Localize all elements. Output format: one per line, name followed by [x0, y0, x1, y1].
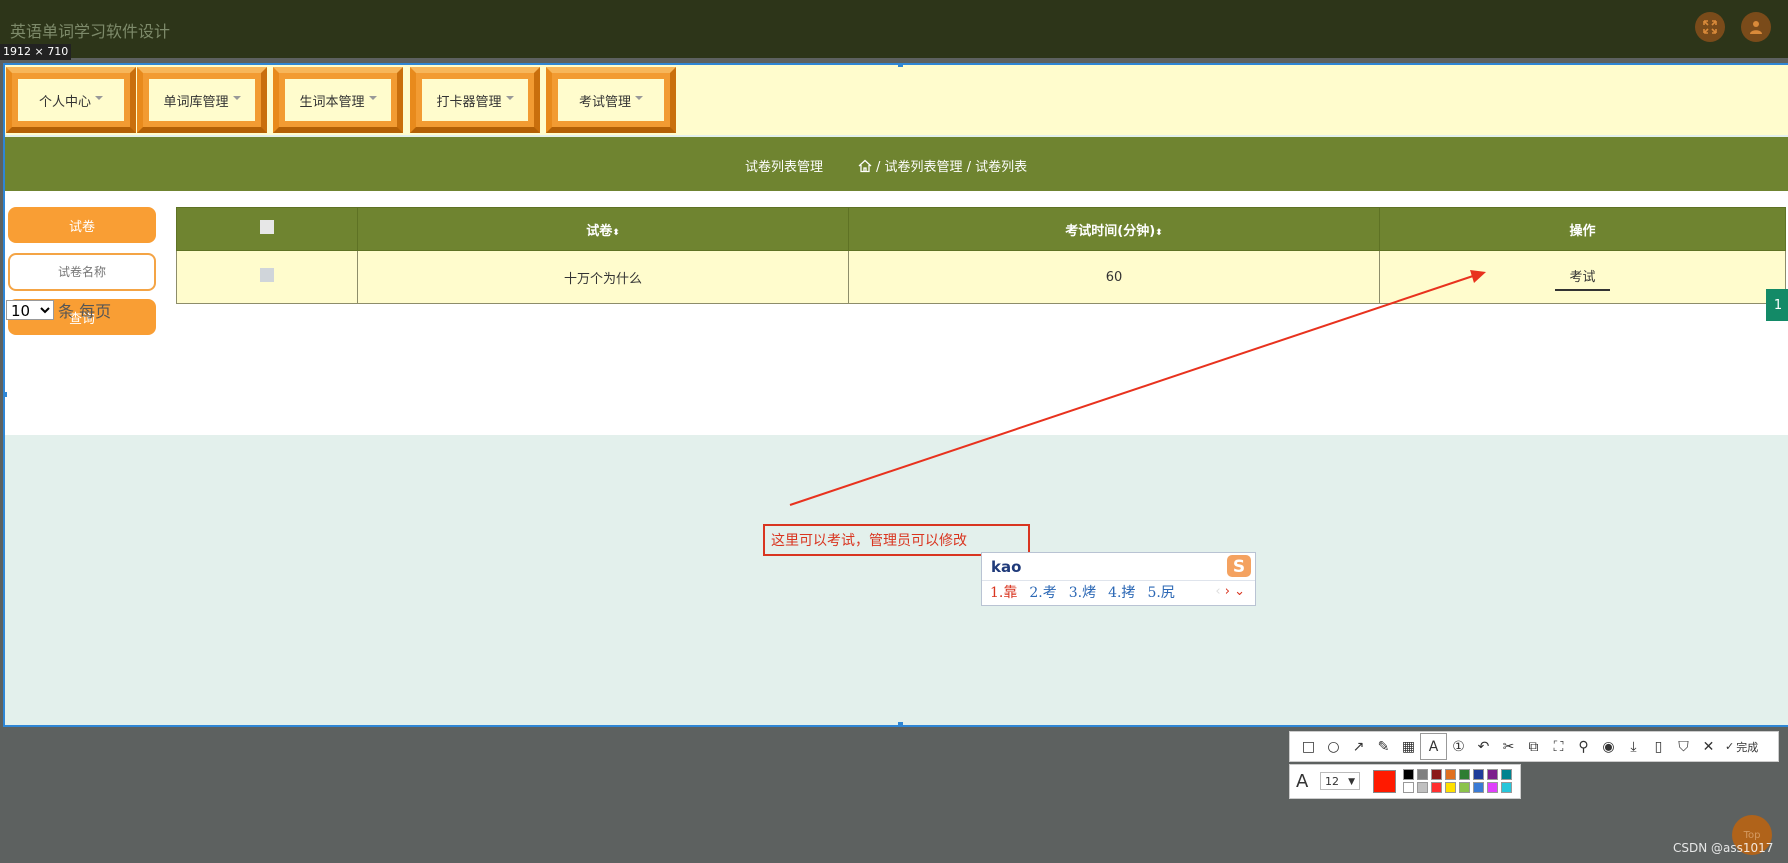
close-icon[interactable]: ✕: [1696, 734, 1721, 759]
rectangle-tool-icon[interactable]: □: [1296, 734, 1321, 759]
color-swatch[interactable]: [1445, 769, 1456, 780]
pen-tool-icon[interactable]: ✎: [1371, 734, 1396, 759]
prev-page-icon[interactable]: ‹: [1215, 584, 1220, 599]
record-icon[interactable]: ◉: [1596, 734, 1621, 759]
sogou-logo-icon: S: [1227, 555, 1251, 577]
color-swatch[interactable]: [1487, 769, 1498, 780]
bookmark-icon[interactable]: ⛉: [1671, 734, 1696, 759]
ime-candidate[interactable]: 2.考: [1029, 582, 1056, 602]
color-swatch[interactable]: [1431, 769, 1442, 780]
ocr-icon[interactable]: ⧉: [1521, 734, 1546, 759]
ime-candidate-window: kao S 1.靠 2.考 3.烤 4.拷 5.尻 ‹ › ⌄: [981, 552, 1256, 606]
text-style-toolbar: A 12 ▼: [1289, 764, 1521, 799]
ime-page-arrows[interactable]: ‹ › ⌄: [1215, 584, 1245, 599]
download-icon[interactable]: ⤓: [1621, 734, 1646, 759]
color-swatch[interactable]: [1473, 782, 1484, 793]
chevron-down-icon: ▼: [1348, 777, 1355, 787]
font-size-select[interactable]: 12 ▼: [1320, 772, 1360, 790]
scroll-capture-icon[interactable]: ⛶: [1546, 734, 1571, 759]
color-swatch[interactable]: [1417, 782, 1428, 793]
ime-separator: [982, 580, 1255, 581]
svg-text:S: S: [1233, 557, 1245, 577]
color-swatch[interactable]: [1459, 769, 1470, 780]
color-swatch[interactable]: [1501, 782, 1512, 793]
color-swatch[interactable]: [1501, 769, 1512, 780]
color-swatch[interactable]: [1403, 769, 1414, 780]
next-page-icon[interactable]: ›: [1225, 584, 1230, 599]
undo-icon[interactable]: ↶: [1471, 734, 1496, 759]
font-icon: A: [1296, 771, 1309, 792]
ellipse-tool-icon[interactable]: ○: [1321, 734, 1346, 759]
color-swatch[interactable]: [1403, 782, 1414, 793]
text-tool-icon[interactable]: A: [1420, 733, 1447, 760]
ime-candidates: 1.靠 2.考 3.烤 4.拷 5.尻: [990, 582, 1175, 602]
color-swatch[interactable]: [1473, 769, 1484, 780]
mosaic-tool-icon[interactable]: ▦: [1396, 734, 1421, 759]
color-swatch[interactable]: [1487, 782, 1498, 793]
cut-icon[interactable]: ✂: [1496, 734, 1521, 759]
ime-candidate[interactable]: 1.靠: [990, 582, 1017, 602]
color-swatch[interactable]: [1445, 782, 1456, 793]
color-swatch[interactable]: [1417, 769, 1428, 780]
screenshot-toolbar: □ ○ ↗ ✎ ▦ A ① ↶ ✂ ⧉ ⛶ ⚲ ◉ ⤓ ▯ ⛉ ✕ ✓ 完成: [1289, 731, 1779, 762]
ime-candidate[interactable]: 5.尻: [1147, 582, 1174, 602]
font-size-value: 12: [1325, 775, 1339, 788]
arrow-tool-icon[interactable]: ↗: [1346, 734, 1371, 759]
check-icon: ✓: [1725, 740, 1735, 753]
ime-candidate[interactable]: 4.拷: [1108, 582, 1135, 602]
pin-icon[interactable]: ⚲: [1571, 734, 1596, 759]
color-swatch[interactable]: [1431, 782, 1442, 793]
number-tool-icon[interactable]: ①: [1446, 734, 1471, 759]
watermark: CSDN @ass1017: [1673, 841, 1774, 855]
done-button[interactable]: ✓ 完成: [1725, 739, 1758, 755]
phone-icon[interactable]: ▯: [1646, 734, 1671, 759]
done-label: 完成: [1736, 740, 1759, 754]
ime-candidate[interactable]: 3.烤: [1069, 582, 1096, 602]
current-color-swatch[interactable]: [1373, 770, 1396, 793]
expand-candidates-icon[interactable]: ⌄: [1234, 584, 1245, 599]
ime-composition: kao: [991, 558, 1022, 576]
color-swatch[interactable]: [1459, 782, 1470, 793]
